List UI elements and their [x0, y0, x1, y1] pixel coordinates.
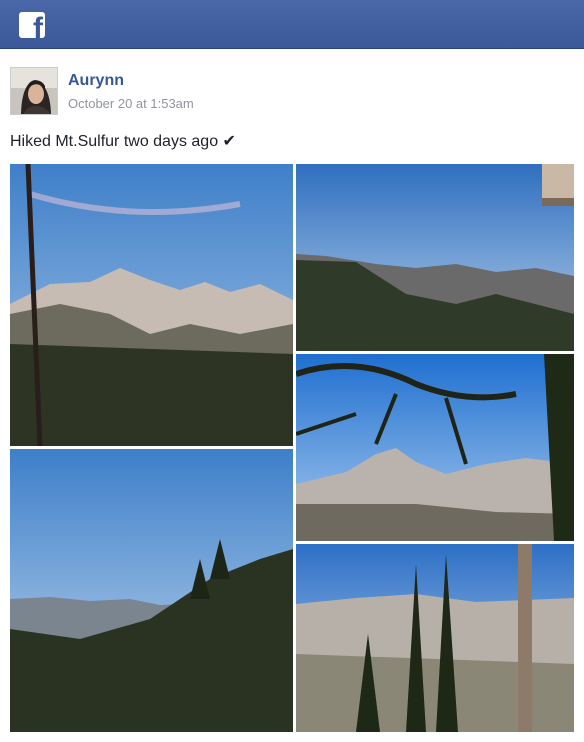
photo-pine-trees-town[interactable]: [296, 544, 574, 732]
pine-branch-photo-image: [296, 354, 574, 541]
post-text: Hiked Mt.Sulfur two days ago ✔: [10, 133, 236, 150]
forest-ridge-photo-image: [10, 449, 293, 732]
photo-valley-view[interactable]: [296, 164, 574, 351]
facebook-logo-glyph: f: [33, 12, 43, 39]
top-navigation-bar: f: [0, 0, 584, 49]
photo-pine-branch-mountain[interactable]: [296, 354, 574, 541]
facebook-logo-icon[interactable]: f: [19, 12, 45, 38]
author-name[interactable]: Aurynn: [68, 72, 124, 90]
photo-gondola-cable-mountain[interactable]: [10, 164, 293, 446]
avatar-image: [11, 68, 57, 114]
post-timestamp[interactable]: October 20 at 1:53am: [68, 96, 194, 111]
valley-photo-image: [296, 164, 574, 351]
mountain-photo-image: [10, 164, 293, 446]
photo-forest-ridge[interactable]: [10, 449, 293, 732]
avatar[interactable]: [10, 67, 58, 115]
pine-trees-photo-image: [296, 544, 574, 732]
